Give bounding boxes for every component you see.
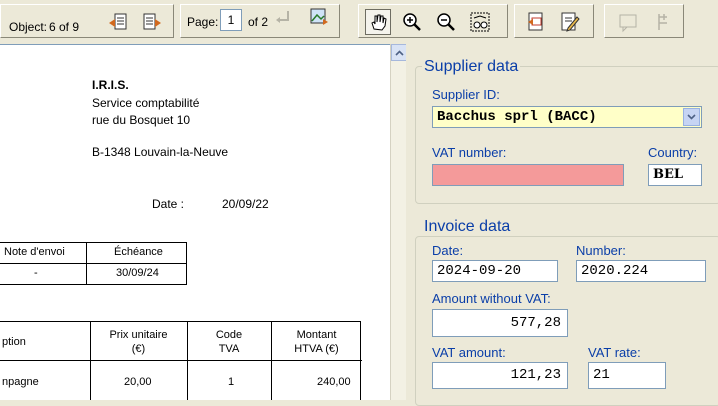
table-cell: 1 — [228, 376, 235, 388]
comment-icon — [619, 14, 637, 33]
next-object-icon — [143, 13, 161, 30]
disabled-tools-group — [604, 4, 684, 38]
invoice-number-input[interactable]: 2020.224 — [576, 260, 706, 282]
edit-document-icon — [561, 12, 580, 32]
data-entry-panel: Supplier data Supplier ID: Bacchus sprl … — [412, 44, 718, 406]
invoice-date-input[interactable]: 2024-09-20 — [432, 260, 558, 282]
recipient-company: I.R.I.S. — [92, 78, 129, 92]
previous-page-icon — [276, 11, 289, 23]
table-cell: 30/09/24 — [116, 267, 159, 279]
vat-amount-input[interactable]: 121,23 — [432, 362, 568, 389]
supplier-id-dropdown-button[interactable] — [683, 108, 700, 126]
zoom-in-button[interactable] — [399, 9, 425, 35]
supplier-data-title: Supplier data — [422, 58, 521, 76]
invoice-number-label: Number: — [576, 243, 626, 258]
shipping-table: Note d'envoi Échéance - 30/09/24 — [0, 242, 187, 285]
object-navigation-group: Object: 6 of 9 — [0, 4, 174, 38]
previous-object-button[interactable] — [105, 9, 131, 35]
comment-button[interactable] — [615, 9, 641, 35]
split-button[interactable] — [649, 9, 675, 35]
chevron-down-icon — [687, 114, 696, 120]
amount-without-vat-input[interactable]: 577,28 — [432, 309, 568, 337]
country-label: Country: — [648, 145, 698, 160]
invoice-date-label: Date : — [152, 197, 185, 211]
pan-tool-button[interactable] — [365, 9, 391, 35]
scroll-up-button[interactable] — [391, 44, 407, 61]
next-object-button[interactable] — [139, 9, 165, 35]
vat-number-input[interactable] — [432, 164, 624, 186]
chevron-up-icon — [394, 49, 404, 56]
zoom-out-icon — [437, 13, 455, 31]
zoom-out-button[interactable] — [433, 9, 459, 35]
country-input[interactable]: BEL — [648, 164, 702, 186]
table-header: Note d'envoi — [4, 246, 65, 258]
previous-page-button[interactable] — [272, 4, 298, 30]
zoom-in-icon — [403, 13, 421, 31]
vat-rate-label: VAT rate: — [588, 345, 641, 360]
supplier-id-label: Supplier ID: — [432, 87, 500, 102]
toolbar: Object: 6 of 9 Page: 1 of 2 — [0, 0, 718, 42]
table-header: ption — [2, 336, 26, 348]
vat-amount-label: VAT amount: — [432, 345, 506, 360]
items-table: ption Prix unitaire (€) Code TVA Montant… — [0, 321, 362, 400]
table-cell: - — [34, 267, 38, 279]
split-icon — [658, 14, 667, 30]
previous-object-icon — [109, 13, 127, 30]
amount-without-vat-label: Amount without VAT: — [432, 291, 551, 306]
supplier-id-value: Bacchus sprl (BACC) — [437, 109, 597, 125]
object-counter: 6 of 9 — [49, 20, 80, 34]
next-page-button[interactable] — [306, 4, 332, 30]
recipient-city: B-1348 Louvain-la-Neuve — [92, 145, 229, 159]
fit-page-icon — [470, 12, 490, 32]
fit-page-button[interactable] — [467, 9, 493, 35]
recipient-street: rue du Bosquet 10 — [92, 113, 191, 127]
copy-page-button[interactable] — [523, 9, 549, 35]
table-header: Montant HTVA (€) — [294, 329, 339, 355]
invoice-date-value: 20/09/22 — [222, 197, 269, 211]
table-header: Code TVA — [215, 329, 243, 355]
page-total: of 2 — [248, 15, 269, 29]
object-label: Object: — [9, 20, 48, 34]
document-viewer[interactable]: I.R.I.S. Service comptabilité rue du Bos… — [0, 44, 390, 400]
edit-tools-group — [514, 4, 594, 38]
copy-document-icon — [528, 12, 543, 31]
view-tools-group — [358, 4, 508, 38]
document-vertical-scrollbar[interactable] — [390, 44, 407, 400]
invoice-date-label: Date: — [432, 243, 464, 258]
supplier-id-select[interactable]: Bacchus sprl (BACC) — [432, 106, 702, 128]
edit-page-button[interactable] — [557, 9, 583, 35]
table-cell: 240,00 — [317, 376, 351, 388]
table-cell: 20,00 — [124, 376, 152, 388]
table-cell: npagne — [2, 376, 39, 388]
vat-rate-input[interactable]: 21 — [588, 362, 666, 389]
table-header: Échéance — [114, 246, 163, 258]
vat-number-label: VAT number: — [432, 145, 507, 160]
recipient-department: Service comptabilité — [92, 96, 200, 110]
table-header: Prix unitaire (€) — [109, 329, 168, 355]
page-label: Page: — [187, 15, 219, 29]
page-image-icon — [310, 8, 328, 25]
hand-icon — [371, 14, 387, 31]
invoice-data-title: Invoice data — [422, 218, 513, 236]
page-number-input[interactable]: 1 — [220, 9, 242, 31]
